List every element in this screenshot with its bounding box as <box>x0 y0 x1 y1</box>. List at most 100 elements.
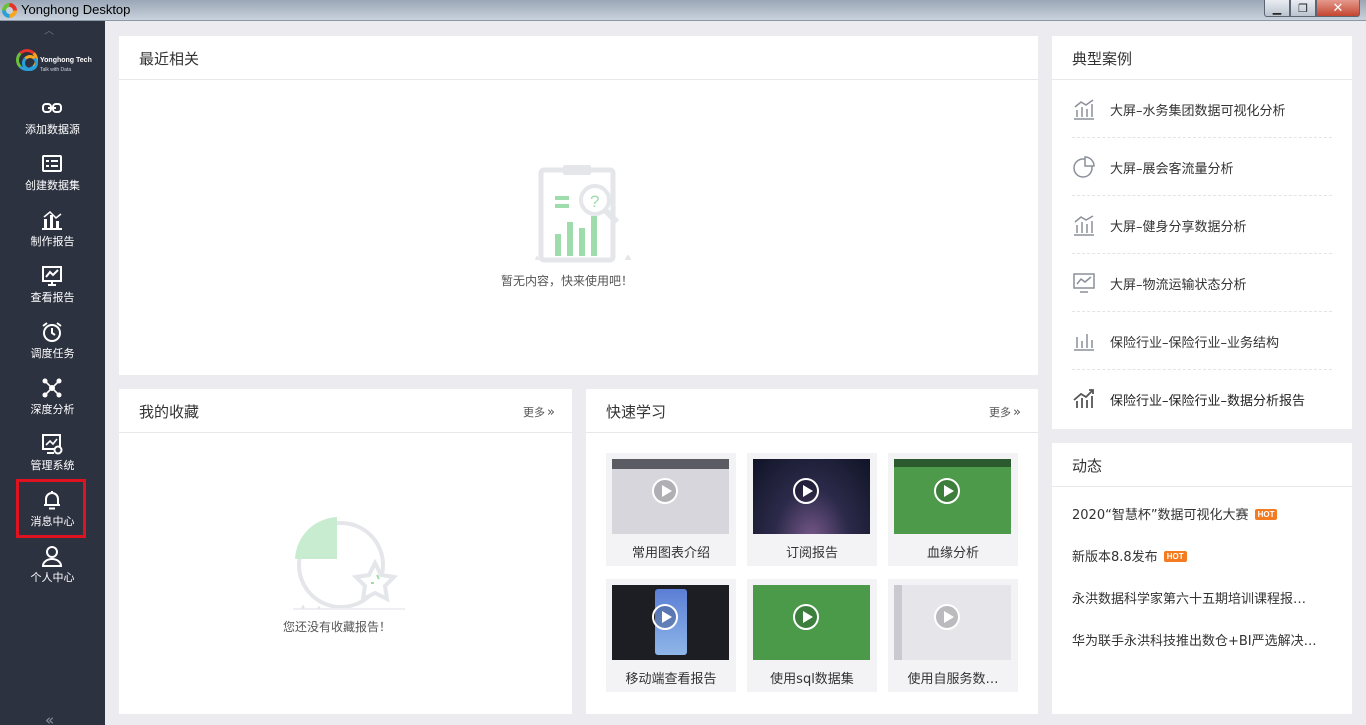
video-card[interactable]: 常用图表介绍 <box>606 453 736 566</box>
sidebar: ︿ Yonghong Tech Talk with Data 添加数据源 创建数… <box>0 21 105 725</box>
case-item[interactable]: 大屏–水务集团数据可视化分析 <box>1072 80 1332 138</box>
logo-slogan: Talk with Data <box>40 67 72 73</box>
panel-header: 最近相关 <box>119 36 1038 80</box>
case-item[interactable]: 大屏–健身分享数据分析 <box>1072 196 1332 254</box>
collapse-sidebar-icon[interactable]: « <box>45 711 54 725</box>
user-icon <box>41 546 63 567</box>
case-item[interactable]: 大屏–展会客流量分析 <box>1072 138 1332 196</box>
news-text: 华为联手永洪科技推出数仓+BI严选解决… <box>1072 634 1317 649</box>
window-title: Yonghong Desktop <box>21 2 131 17</box>
sidebar-item-schedule-task[interactable]: 调度任务 <box>0 321 105 377</box>
video-title: 移动端查看报告 <box>625 672 717 687</box>
empty-favorites-illustration <box>293 517 405 610</box>
news-panel: 动态 2020“智慧杯”数据可视化大赛 HOT 新版本8.8发布 HOT 永洪数据科… <box>1052 443 1352 714</box>
video-card[interactable]: 使用自服务数… <box>888 579 1018 692</box>
news-item[interactable]: 华为联手永洪科技推出数仓+BI严选解决… <box>1072 630 1337 650</box>
panel-header: 我的收藏 更多» <box>119 389 572 433</box>
bar-trend-icon <box>1074 99 1094 120</box>
dataset-icon <box>42 155 62 172</box>
panel-title: 快速学习 <box>606 403 667 421</box>
video-card[interactable]: 移动端查看报告 <box>606 579 736 692</box>
sidebar-item-view-report[interactable]: 查看报告 <box>0 265 105 321</box>
learning-more-link[interactable]: 更多» <box>989 404 1021 420</box>
empty-state-text: 您还没有收藏报告！ <box>283 620 392 634</box>
link-icon <box>42 103 62 113</box>
sidebar-item-label: 添加数据源 <box>25 123 80 136</box>
sidebar-item-personal-center[interactable]: 个人中心 <box>0 545 105 601</box>
video-card[interactable]: 订阅报告 <box>747 453 877 566</box>
learning-panel: 快速学习 更多» 常用图表介绍 订阅报告 血缘分析 移动端查看报告 使用sql数… <box>586 389 1038 714</box>
network-icon <box>42 378 62 398</box>
panel-title: 典型案例 <box>1072 50 1133 68</box>
sidebar-item-deep-analysis[interactable]: 深度分析 <box>0 377 105 433</box>
news-item[interactable]: 新版本8.8发布 HOT <box>1072 546 1337 566</box>
window-titlebar: Yonghong Desktop ▁ ❐ ✕ <box>0 0 1366 21</box>
double-chevron-right-icon: » <box>1013 405 1021 420</box>
sidebar-item-make-report[interactable]: 制作报告 <box>0 209 105 265</box>
news-item[interactable]: 永洪数据科学家第六十五期培训课程报… <box>1072 588 1337 608</box>
sidebar-item-label: 个人中心 <box>30 571 75 584</box>
video-card[interactable]: 使用sql数据集 <box>747 579 877 692</box>
panel-title: 最近相关 <box>139 50 200 68</box>
case-label: 大屏–健身分享数据分析 <box>1110 220 1247 235</box>
case-label: 大屏–水务集团数据可视化分析 <box>1110 104 1286 119</box>
minimize-button[interactable]: ▁ <box>1264 0 1290 17</box>
favorites-more-link[interactable]: 更多» <box>523 404 555 420</box>
sidebar-item-label: 调度任务 <box>30 347 75 360</box>
svg-text:?: ? <box>590 192 599 211</box>
video-title: 使用sql数据集 <box>770 672 854 687</box>
play-icon[interactable] <box>793 604 819 630</box>
video-title: 订阅报告 <box>785 546 838 561</box>
sidebar-item-label: 制作报告 <box>30 235 75 248</box>
sidebar-item-create-dataset[interactable]: 创建数据集 <box>0 153 105 209</box>
double-chevron-right-icon: » <box>547 405 555 420</box>
case-label: 大屏–展会客流量分析 <box>1110 162 1234 177</box>
empty-report-illustration: ? <box>535 165 631 263</box>
more-label: 更多 <box>989 406 1012 419</box>
bar-chart-icon <box>1074 334 1094 351</box>
more-label: 更多 <box>523 406 546 419</box>
pie-chart-icon <box>1073 156 1095 178</box>
empty-state-text: 暂无内容，快来使用吧！ <box>501 274 634 288</box>
panel-title: 动态 <box>1072 457 1103 475</box>
maximize-button[interactable]: ❐ <box>1290 0 1316 17</box>
news-text: 永洪数据科学家第六十五期培训课程报… <box>1072 592 1307 607</box>
case-label: 保险行业–保险行业–数据分析报告 <box>1110 394 1306 409</box>
play-icon[interactable] <box>934 604 960 630</box>
panel-header: 动态 <box>1052 443 1352 487</box>
case-item[interactable]: 保险行业–保险行业–业务结构 <box>1072 312 1332 370</box>
play-icon[interactable] <box>934 478 960 504</box>
active-item-highlight <box>16 479 86 538</box>
video-card[interactable]: 血缘分析 <box>888 453 1018 566</box>
sidebar-item-add-datasource[interactable]: 添加数据源 <box>0 97 105 153</box>
hot-badge: HOT <box>1163 551 1187 562</box>
case-label: 大屏–物流运输状态分析 <box>1110 278 1247 293</box>
logo: Yonghong Tech Talk with Data <box>16 47 92 81</box>
admin-settings-icon <box>42 434 63 455</box>
sidebar-item-label: 深度分析 <box>30 403 75 416</box>
monitor-chart-icon <box>42 266 62 286</box>
play-icon[interactable] <box>652 478 678 504</box>
play-icon[interactable] <box>793 478 819 504</box>
video-title: 常用图表介绍 <box>631 546 710 561</box>
logo-brand: Yonghong Tech <box>40 57 92 64</box>
panel-header: 典型案例 <box>1052 36 1352 80</box>
favorites-panel: 我的收藏 更多» 您还没有收藏报告！ <box>119 389 572 714</box>
case-item[interactable]: 大屏–物流运输状态分析 <box>1072 254 1332 312</box>
alarm-clock-icon <box>42 322 62 342</box>
video-title: 使用自服务数… <box>907 672 999 687</box>
chevron-up-icon[interactable]: ︿ <box>44 22 54 37</box>
sidebar-item-label: 创建数据集 <box>25 179 80 192</box>
sidebar-item-label: 管理系统 <box>30 459 75 472</box>
bar-trend-icon <box>1074 215 1094 236</box>
close-button[interactable]: ✕ <box>1316 0 1360 17</box>
case-item[interactable]: 保险行业–保险行业–数据分析报告 <box>1072 370 1332 428</box>
recent-panel: 最近相关 ? 暂无内容，快来使用吧！ <box>119 36 1038 375</box>
play-icon[interactable] <box>652 604 678 630</box>
news-item[interactable]: 2020“智慧杯”数据可视化大赛 HOT <box>1072 504 1337 524</box>
news-text: 新版本8.8发布 <box>1072 550 1158 565</box>
window-controls: ▁ ❐ ✕ <box>1264 0 1360 17</box>
panel-header: 快速学习 更多» <box>586 389 1038 433</box>
hot-badge: HOT <box>1254 509 1278 520</box>
cases-panel: 典型案例 大屏–水务集团数据可视化分析 大屏–展会客流量分析 大屏–健身分享数据… <box>1052 36 1352 429</box>
